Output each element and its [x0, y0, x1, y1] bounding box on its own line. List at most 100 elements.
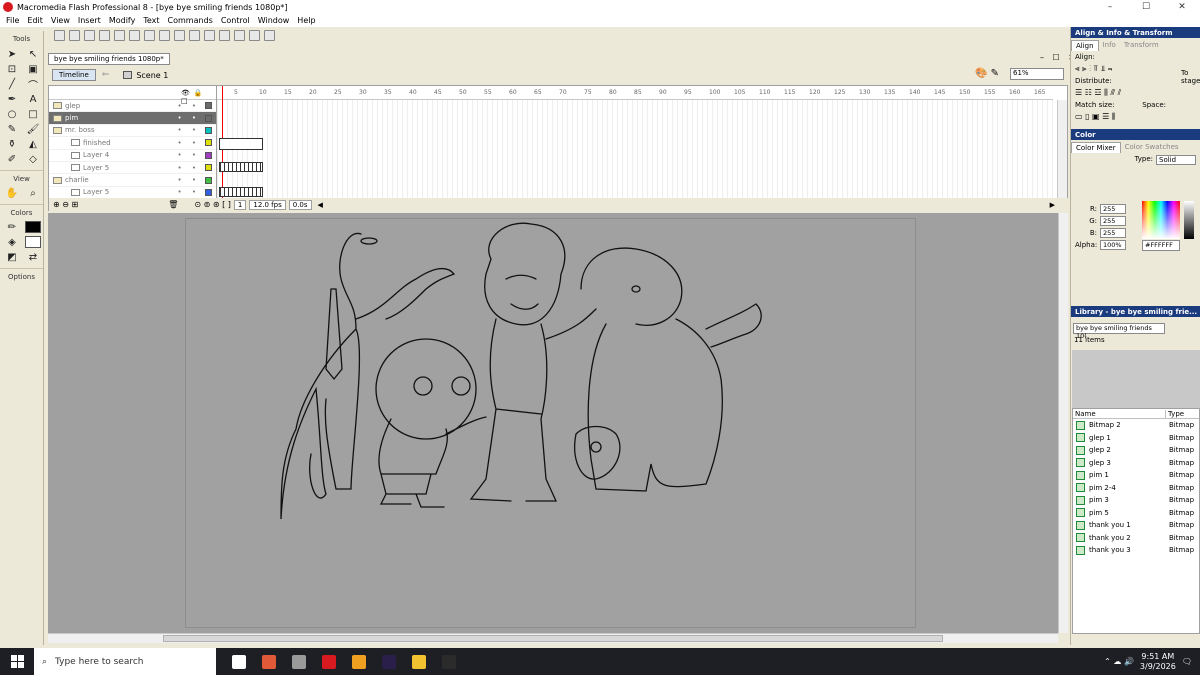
visibility-lock-dots[interactable]: • • [178, 164, 200, 172]
tray-icons[interactable]: ⌃ ☁ 🔊 [1104, 657, 1134, 666]
tab-info[interactable]: Info [1099, 40, 1120, 51]
start-button[interactable] [0, 648, 34, 675]
stage-canvas[interactable] [185, 218, 916, 628]
layer-row[interactable]: pim • • [49, 112, 216, 125]
scene-breadcrumb[interactable]: Scene 1 [123, 71, 168, 80]
layer-row[interactable]: glep • • [49, 100, 216, 113]
layer-color-swatch[interactable] [205, 188, 212, 196]
close-button[interactable]: ✕ [1164, 0, 1200, 14]
open-file-icon[interactable] [69, 29, 80, 41]
tab-transform[interactable]: Transform [1120, 40, 1163, 51]
stage-vertical-scrollbar[interactable] [1058, 213, 1068, 633]
library-item[interactable]: thank you 3 Bitmap [1073, 544, 1199, 557]
edit-symbol-icons[interactable]: 🎨 ✎ [975, 68, 999, 79]
straighten-icon[interactable] [219, 29, 230, 41]
visibility-lock-dots[interactable]: • • [178, 114, 200, 122]
layer-row[interactable]: Layer 5 • • [49, 162, 216, 175]
stage-horizontal-scrollbar[interactable] [48, 633, 1058, 643]
layer-color-swatch[interactable] [205, 176, 212, 184]
taskbar-app[interactable] [224, 648, 254, 675]
library-item[interactable]: glep 3 Bitmap [1073, 457, 1199, 470]
library-item[interactable]: pim 5 Bitmap [1073, 507, 1199, 520]
layer-row[interactable]: charlie • • [49, 174, 216, 187]
fill-color-icon[interactable]: ◈ [4, 236, 20, 248]
gradient-transform-icon[interactable]: ▣ [25, 63, 41, 75]
scale-icon[interactable] [249, 29, 260, 41]
maximize-button[interactable]: ☐ [1128, 0, 1164, 14]
keyframe-span[interactable] [219, 187, 263, 197]
match-size-buttons[interactable]: ▭ ▯ ▣ ☰ ⫼ [1071, 111, 1200, 123]
taskbar-app[interactable] [314, 648, 344, 675]
add-layer-icons[interactable]: ⊕ ⊖ ⊞ [53, 200, 78, 209]
paste-icon[interactable] [144, 29, 155, 41]
timeline-vertical-scrollbar[interactable] [1057, 100, 1067, 198]
stage-pasteboard[interactable] [48, 213, 1058, 633]
scroll-left-icon[interactable]: ◀ [318, 201, 323, 209]
distribute-buttons[interactable]: ☰ ☷ ☲ ⫼ ⫻ ⫽ [1071, 87, 1200, 99]
brush-tool-icon[interactable]: 🖌 [25, 123, 41, 135]
back-arrow-icon[interactable]: ⇐ [102, 70, 110, 80]
library-item[interactable]: Bitmap 2 Bitmap [1073, 419, 1199, 432]
tab-align[interactable]: Align [1071, 40, 1099, 51]
frame-area[interactable]: 5 10 15 20 25 30 35 40 45 50 55 60 65 70 75 80 85 90 95 100… [217, 86, 1053, 198]
library-item[interactable]: thank you 2 Bitmap [1073, 532, 1199, 545]
menu-commands[interactable]: Commands [168, 16, 213, 25]
library-item[interactable]: thank you 1 Bitmap [1073, 519, 1199, 532]
menu-control[interactable]: Control [221, 16, 250, 25]
brightness-slider[interactable] [1184, 201, 1194, 239]
menu-edit[interactable]: Edit [27, 16, 43, 25]
keyframe-span[interactable] [219, 162, 263, 172]
snap-icon[interactable] [189, 29, 200, 41]
delete-layer-icon[interactable]: 🗑 [168, 200, 178, 209]
text-tool-icon[interactable]: A [25, 93, 41, 105]
hand-tool-icon[interactable]: ✋ [4, 187, 20, 199]
subselection-tool-icon[interactable]: ↖ [25, 48, 41, 60]
scroll-right-icon[interactable]: ▶ [1050, 201, 1055, 209]
library-item[interactable]: glep 1 Bitmap [1073, 432, 1199, 445]
taskbar-app[interactable] [374, 648, 404, 675]
taskbar-app[interactable] [284, 648, 314, 675]
visibility-lock-dots[interactable]: • • [178, 126, 200, 134]
horizontal-scroll-thumb[interactable] [163, 635, 943, 642]
selection-tool-icon[interactable]: ➤ [4, 48, 20, 60]
taskbar-search[interactable]: ⌕ Type here to search [34, 648, 216, 675]
library-item[interactable]: pim 3 Bitmap [1073, 494, 1199, 507]
print-icon[interactable] [99, 29, 110, 41]
oval-tool-icon[interactable]: ○ [4, 108, 20, 120]
library-item[interactable]: glep 2 Bitmap [1073, 444, 1199, 457]
layer-row[interactable]: mr. boss • • [49, 125, 216, 138]
new-file-icon[interactable] [54, 29, 65, 41]
minimize-button[interactable]: – [1092, 0, 1128, 14]
color-spectrum[interactable] [1142, 201, 1180, 239]
document-tab[interactable]: bye bye smiling friends 1080p* [48, 53, 170, 65]
paint-bucket-icon[interactable]: ◭ [25, 138, 41, 150]
red-input[interactable]: 255 [1100, 204, 1126, 214]
menu-file[interactable]: File [6, 16, 19, 25]
menu-modify[interactable]: Modify [109, 16, 136, 25]
pencil-tool-icon[interactable]: ✎ [4, 123, 20, 135]
menu-text[interactable]: Text [143, 16, 159, 25]
rotate-icon[interactable] [234, 29, 245, 41]
taskbar-app[interactable] [404, 648, 434, 675]
layer-color-swatch[interactable] [205, 114, 212, 122]
eyedropper-icon[interactable]: ✐ [4, 153, 20, 165]
ink-bottle-icon[interactable]: ⚱ [4, 138, 20, 150]
green-input[interactable]: 255 [1100, 216, 1126, 226]
library-item[interactable]: pim 2-4 Bitmap [1073, 482, 1199, 495]
alpha-input[interactable]: 100% [1100, 240, 1126, 250]
save-icon[interactable] [84, 29, 95, 41]
swap-colors-icon[interactable]: ⇄ [25, 251, 41, 263]
onion-skin-icons[interactable]: ⊙ ⊚ ⊛ [ ] [194, 200, 231, 209]
layer-color-swatch[interactable] [205, 164, 212, 172]
clock[interactable]: 9:51 AM 3/9/2026 [1140, 652, 1176, 672]
align-icon[interactable] [264, 29, 275, 41]
visibility-lock-dots[interactable]: • • [178, 139, 200, 147]
layer-color-swatch[interactable] [205, 151, 212, 159]
default-colors-icon[interactable]: ◩ [4, 251, 20, 263]
menu-insert[interactable]: Insert [78, 16, 101, 25]
taskbar-app[interactable] [434, 648, 464, 675]
zoom-select[interactable]: 61% [1010, 68, 1064, 80]
frame-grid[interactable] [217, 100, 1053, 198]
color-type-select[interactable]: Solid [1156, 155, 1196, 165]
redo-icon[interactable] [174, 29, 185, 41]
